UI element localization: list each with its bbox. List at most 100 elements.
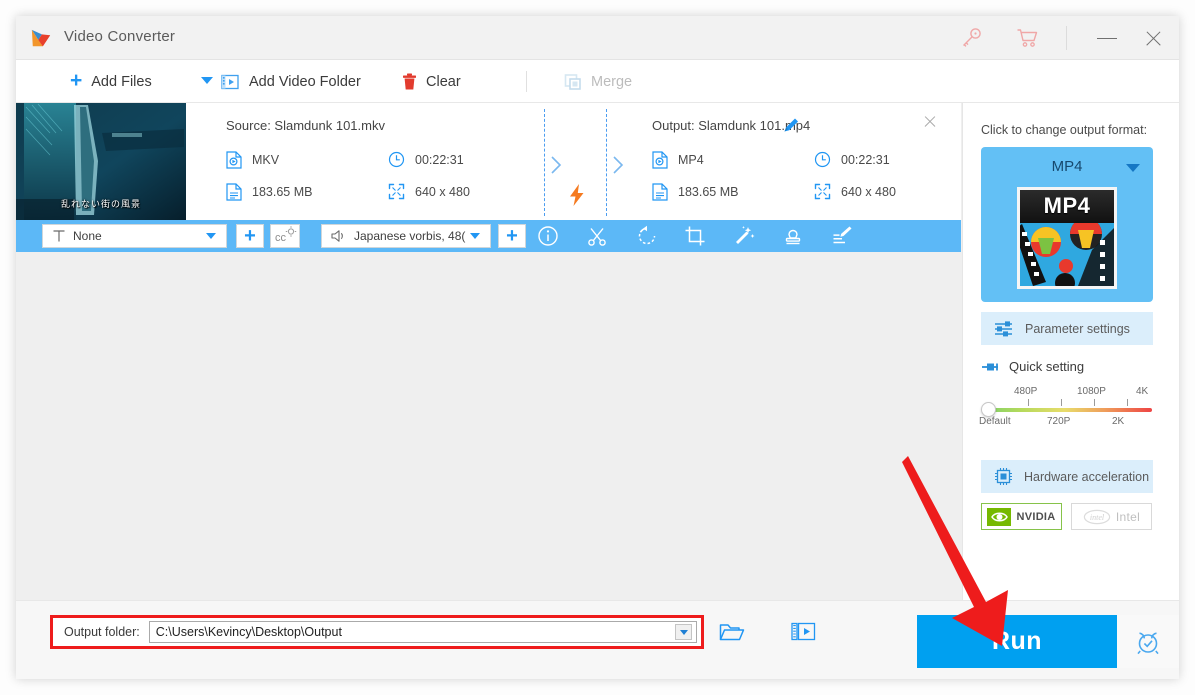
- quality-slider-track[interactable]: [984, 408, 1152, 412]
- format-file-icon: [652, 151, 668, 169]
- output-duration: 00:22:31: [814, 151, 890, 168]
- slider-label-1080p: 1080P: [1077, 386, 1106, 397]
- add-files-button[interactable]: + Add Files: [70, 60, 152, 103]
- parameter-settings-label: Parameter settings: [1025, 321, 1130, 336]
- gpu-option-intel[interactable]: intel Intel: [1071, 503, 1152, 530]
- cc-icon: cc: [275, 226, 297, 244]
- add-audio-button[interactable]: +: [498, 224, 526, 248]
- output-folder-group: Output folder: C:\Users\Kevincy\Desktop\…: [53, 618, 701, 646]
- format-section-label: Click to change output format:: [981, 123, 1148, 137]
- output-folder-dropdown-button[interactable]: [675, 624, 692, 640]
- document-icon: [652, 183, 668, 201]
- output-folder-label: Output folder:: [64, 625, 140, 639]
- clock-icon: [388, 151, 405, 168]
- cart-icon[interactable]: [1016, 27, 1040, 49]
- flow-divider-left: [544, 109, 545, 216]
- gpu-intel-label: Intel: [1115, 509, 1141, 524]
- source-filename: Source: Slamdunk 101.mkv: [226, 118, 385, 133]
- source-resolution-value: 640 x 480: [415, 184, 470, 199]
- run-button[interactable]: Run: [917, 615, 1117, 668]
- source-duration: 00:22:31: [388, 151, 464, 168]
- remove-file-button[interactable]: [919, 111, 941, 133]
- watermark-stamp-icon[interactable]: [782, 225, 804, 247]
- video-folder-icon: [221, 74, 239, 89]
- menu-bar: + Add Files Add Video Folder Clear Merge: [16, 60, 1179, 103]
- hardware-acceleration-label: Hardware acceleration: [1024, 469, 1150, 484]
- pencil-icon[interactable]: [781, 115, 801, 135]
- track-toolbar: None + cc Japanese vorbis, 48(+: [16, 220, 961, 252]
- output-resolution: 640 x 480: [814, 183, 896, 200]
- subtitle-track-select[interactable]: None: [42, 224, 227, 248]
- output-folder-highlight: Output folder: C:\Users\Kevincy\Desktop\…: [50, 615, 704, 649]
- svg-text:intel: intel: [1090, 513, 1105, 522]
- video-thumbnail[interactable]: 乱れない街の風景: [16, 103, 186, 220]
- output-size: 183.65 MB: [652, 183, 738, 201]
- output-resolution-value: 640 x 480: [841, 184, 896, 199]
- rotate-icon[interactable]: [636, 225, 658, 247]
- effects-wand-icon[interactable]: [733, 225, 755, 247]
- thumbnail-subtitle: 乱れない街の風景: [60, 199, 141, 209]
- resolution-icon: [388, 183, 405, 200]
- menubar-divider: [526, 71, 527, 92]
- add-subtitle-button[interactable]: +: [236, 224, 264, 248]
- key-icon[interactable]: [959, 27, 983, 49]
- format-thumbnail-badge: MP4: [1020, 190, 1114, 223]
- media-library-icon[interactable]: [791, 620, 816, 643]
- quick-setting-icon: [982, 363, 998, 370]
- sliders-icon: [995, 320, 1012, 336]
- source-duration-value: 00:22:31: [415, 152, 464, 167]
- svg-text:cc: cc: [275, 232, 287, 244]
- clock-icon: [814, 151, 831, 168]
- clear-button[interactable]: Clear: [402, 60, 461, 103]
- file-list-row: 乱れない街の風景 Source: Slamdunk 101.mkv Output…: [16, 103, 961, 252]
- slider-label-720p: 720P: [1047, 416, 1071, 427]
- merge-button[interactable]: Merge: [564, 60, 632, 103]
- subtitle-edit-icon[interactable]: [831, 225, 853, 247]
- cc-settings-button[interactable]: cc: [270, 224, 300, 248]
- chevron-right-icon: [613, 156, 624, 174]
- speaker-icon: [331, 230, 343, 242]
- source-size: 183.65 MB: [226, 183, 312, 201]
- bottom-bar: Output folder: C:\Users\Kevincy\Desktop\…: [16, 600, 1179, 679]
- slider-label-480p: 480P: [1014, 386, 1038, 397]
- subtitle-track-value: None: [73, 229, 102, 243]
- gpu-nvidia-label: NVIDIA: [1016, 510, 1056, 523]
- audio-track-value: Japanese vorbis, 48(: [354, 229, 466, 243]
- audio-track-select[interactable]: Japanese vorbis, 48(: [321, 224, 491, 248]
- slider-label-2k: 2K: [1112, 416, 1125, 427]
- nvidia-eye-icon: [987, 507, 1012, 526]
- output-format: MP4: [652, 151, 704, 169]
- hardware-acceleration-button[interactable]: Hardware acceleration: [981, 460, 1153, 493]
- format-thumbnail: MP4: [1017, 187, 1117, 289]
- content-area: 乱れない街の風景 Source: Slamdunk 101.mkv Output…: [16, 103, 1179, 600]
- slider-tick: [1061, 399, 1062, 406]
- output-size-value: 183.65 MB: [678, 185, 739, 199]
- output-format-card[interactable]: MP4 MP4: [981, 147, 1153, 302]
- scissors-cut-icon[interactable]: [586, 225, 608, 247]
- titlebar-divider: [1066, 26, 1067, 50]
- info-icon[interactable]: [537, 225, 559, 247]
- schedule-button[interactable]: [1117, 615, 1179, 668]
- crop-icon[interactable]: [684, 225, 706, 247]
- quick-setting-header: Quick setting: [981, 359, 1084, 374]
- add-video-folder-button[interactable]: Add Video Folder: [221, 60, 361, 103]
- alarm-clock-icon: [1137, 631, 1159, 654]
- close-button[interactable]: [1133, 24, 1175, 52]
- quality-slider[interactable]: 480P 1080P 4K Default 720P 2K: [979, 386, 1156, 439]
- slider-tick: [1028, 399, 1029, 406]
- add-files-dropdown-caret-icon[interactable]: [201, 77, 213, 84]
- open-folder-icon[interactable]: [719, 621, 745, 643]
- document-icon: [226, 183, 242, 201]
- minimize-button[interactable]: [1086, 24, 1128, 52]
- gpu-option-nvidia[interactable]: NVIDIA: [981, 503, 1062, 530]
- quality-slider-knob[interactable]: [981, 402, 996, 417]
- parameter-settings-button[interactable]: Parameter settings: [981, 312, 1153, 345]
- chevron-down-icon[interactable]: [1126, 164, 1140, 172]
- slider-tick: [1094, 399, 1095, 406]
- cpu-chip-icon: [995, 468, 1012, 485]
- output-folder-input[interactable]: C:\Users\Kevincy\Desktop\Output: [148, 621, 697, 643]
- lightning-bolt-icon: [570, 184, 584, 206]
- run-button-label: Run: [991, 627, 1043, 655]
- source-resolution: 640 x 480: [388, 183, 470, 200]
- slider-label-4k: 4K: [1136, 386, 1149, 397]
